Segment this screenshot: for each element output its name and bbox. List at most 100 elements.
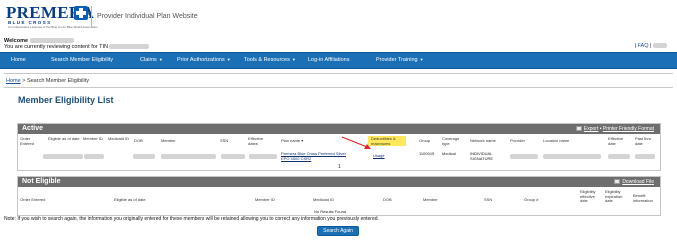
active-panel-title: Active [22, 125, 44, 132]
search-again-button[interactable]: Search Again [317, 226, 359, 236]
group-cell: 1100015 [419, 151, 435, 156]
caret-down-icon: ▼ [226, 57, 231, 62]
col-deductibles-maximums: Deductibles & maximums [371, 136, 396, 146]
col-eligible-as-of: Eligible as of date [48, 136, 80, 141]
welcome-bar: Welcome You are currently reviewing cont… [0, 37, 677, 52]
nav-claims[interactable]: Claims ▼ [140, 57, 163, 63]
active-panel-header: Active Export • Printer Friendly Format [18, 124, 660, 134]
col-member: Member [161, 138, 176, 143]
site-title: Provider Individual Plan Website [97, 13, 198, 20]
logo-tagline: An Independent Licensee of the Blue Cros… [8, 25, 98, 29]
faq-link[interactable]: FAQ [637, 43, 648, 49]
col-network-name: Network name [470, 138, 496, 143]
nav-tools-resources[interactable]: Tools & Resources ▼ [244, 57, 296, 63]
caret-down-icon: ▼ [291, 57, 296, 62]
ne-col-dob: DOB [383, 197, 392, 202]
col-member-id: Member ID [83, 136, 103, 141]
nav-home[interactable]: Home [11, 57, 26, 63]
col-past-thru-date: Past thru date [635, 136, 652, 146]
export-icon [575, 126, 582, 132]
site-header: PREMERA BLUE CROSS An Independent Licens… [0, 0, 677, 37]
redacted-user-name [29, 38, 74, 44]
nav-login-label: Log-in Affiliations [308, 57, 350, 63]
redacted-tin [109, 44, 150, 50]
caret-down-icon: ▼ [158, 57, 163, 62]
not-eligible-actions: Download File [614, 179, 654, 185]
network-cell: INDIVIDUAL SIGNATURE [470, 151, 494, 161]
ne-col-member: Member [423, 197, 438, 202]
redacted-location [543, 154, 601, 159]
ne-col-member-id: Member ID [255, 197, 275, 202]
download-icon [614, 179, 621, 185]
col-order-entered: Order Entered [20, 136, 35, 146]
col-group: Group [419, 138, 431, 143]
main-nav: Home Search Member Eligibility Claims ▼ P… [0, 52, 677, 69]
redacted-provider [510, 154, 538, 159]
col-coverage-type: Coverage type [442, 136, 460, 146]
divider [4, 73, 673, 74]
no-results-message: No Results Found [314, 209, 347, 214]
ne-col-order-entered: Order Entered [20, 197, 46, 202]
redacted-effective-date [608, 154, 630, 159]
blue-cross-icon [74, 6, 88, 20]
ne-col-ssn: SSN [484, 197, 493, 202]
col-plan-name[interactable]: Plan name ▾ [281, 138, 304, 144]
col-effective-dates: Effective dates [248, 136, 264, 146]
tin-line: You are currently reviewing content for … [4, 44, 150, 50]
not-eligible-panel-header: Not Eligible Download File [18, 177, 660, 187]
ne-col-medicaid-id: Medicaid ID [313, 197, 335, 202]
col-effective-date: Effective date [608, 136, 624, 146]
redacted-eligible-date [43, 154, 83, 159]
nav-claims-label: Claims [140, 57, 157, 63]
sort-icon: ▾ [301, 138, 304, 143]
redacted-ssn [221, 154, 245, 159]
redacted-dob [133, 154, 155, 159]
col-location-name: Location name [543, 138, 570, 143]
premera-logo[interactable]: PREMERA BLUE CROSS An Independent Licens… [6, 4, 98, 32]
breadcrumb-current: Search Member Eligibility [26, 78, 90, 84]
nav-provider-training[interactable]: Provider Training ▼ [376, 57, 424, 63]
ne-col-eligibility-effective: Eligibility effective date [580, 189, 596, 204]
not-eligible-panel: Not Eligible Download File Order Entered… [17, 176, 661, 216]
not-eligible-panel-title: Not Eligible [22, 178, 61, 185]
pagination-page[interactable]: 1 [338, 165, 341, 170]
breadcrumb-separator: > [22, 78, 26, 84]
plan-name-cell: Premera Blue Cross Preferred Silver EPO … [281, 151, 353, 161]
export-link[interactable]: Export [584, 126, 598, 132]
deductibles-cell: Usage [373, 153, 385, 159]
divider [4, 87, 673, 88]
utility-links: | FAQ | [635, 43, 667, 49]
coverage-cell: Medical [442, 151, 456, 156]
nav-login-affiliations[interactable]: Log-in Affiliations [308, 57, 349, 63]
active-panel: Active Export • Printer Friendly Format … [17, 123, 661, 171]
col-ssn: SSN [220, 138, 229, 143]
search-again-note: Note: If you wish to search again, the i… [4, 216, 379, 222]
plan-name-link[interactable]: Premera Blue Cross Preferred Silver EPO … [281, 151, 346, 161]
annotation-arrow-icon [341, 136, 371, 149]
redacted-link[interactable] [653, 43, 667, 49]
nav-prior-auth-label: Prior Authorizations [177, 57, 225, 63]
tin-text: You are currently reviewing content for … [4, 44, 108, 50]
ne-col-group: Group # [524, 197, 539, 202]
plan-name-label: Plan name [281, 138, 301, 143]
nav-search-member-eligibility[interactable]: Search Member Eligibility [51, 57, 113, 63]
redacted-effective-dates [249, 154, 277, 159]
ne-col-eligible-as-of: Eligible as of date [114, 197, 146, 202]
nav-tools-label: Tools & Resources [244, 57, 290, 63]
usage-link[interactable]: Usage [373, 153, 385, 158]
nav-search-label: Search Member Eligibility [51, 57, 114, 63]
active-panel-actions: Export • Printer Friendly Format [575, 126, 654, 132]
page-title: Member Eligibility List [18, 95, 114, 105]
nav-prior-authorizations[interactable]: Prior Authorizations ▼ [177, 57, 231, 63]
nav-home-label: Home [11, 57, 26, 63]
printer-friendly-link[interactable]: Printer Friendly Format [603, 126, 654, 132]
redacted-member-name [161, 154, 216, 159]
breadcrumb-home[interactable]: Home [6, 78, 21, 84]
breadcrumb: Home > Search Member Eligibility [6, 78, 89, 84]
header-divider [91, 6, 92, 28]
ne-col-benefit-info: Benefit information [633, 193, 653, 203]
col-medicaid-id: Medicaid ID [108, 136, 130, 141]
download-file-link[interactable]: Download File [622, 179, 654, 185]
redacted-past-thru [635, 154, 655, 159]
ne-col-eligibility-expiration: Eligibility expiration date [605, 189, 623, 204]
